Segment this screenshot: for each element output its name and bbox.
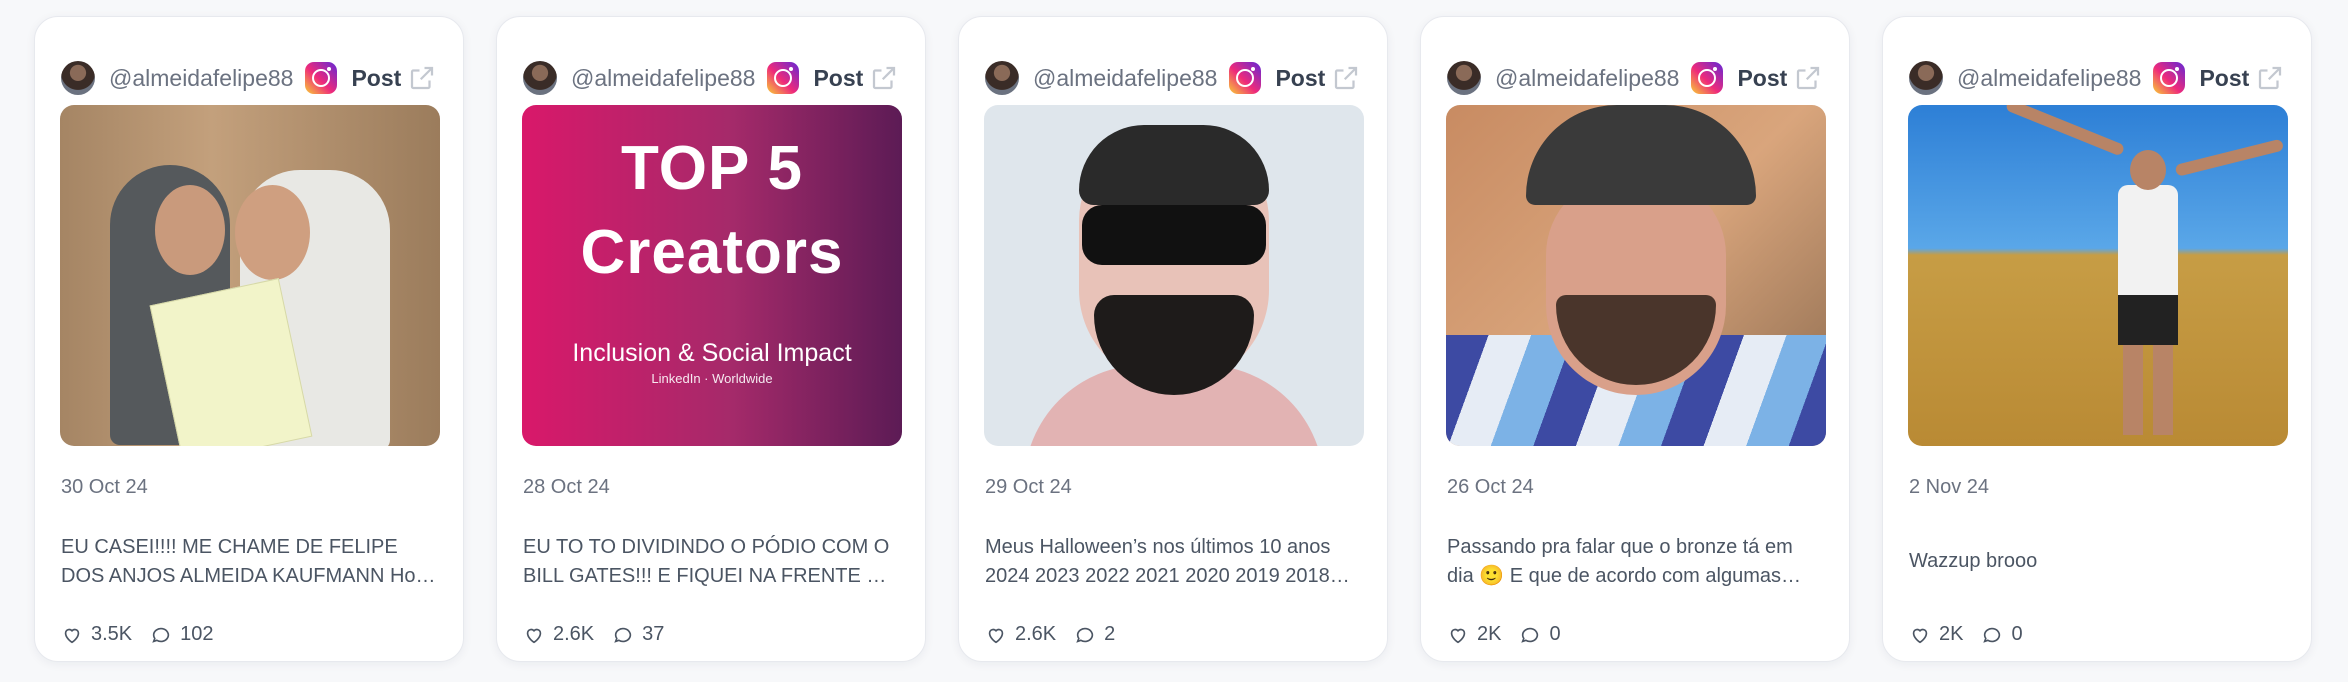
avatar[interactable] — [985, 61, 1019, 95]
avatar[interactable] — [1447, 61, 1481, 95]
post-thumbnail[interactable] — [1908, 105, 2288, 446]
thumbnail-subtitle: Inclusion & Social Impact — [572, 339, 852, 367]
post-date: 29 Oct 24 — [985, 476, 1072, 498]
comment-icon — [1076, 627, 1094, 643]
post-caption: Meus Halloween’s nos últimos 10 anos 202… — [985, 536, 1331, 587]
comment-count: 0 — [2011, 623, 2023, 645]
post-stats: 2K 0 — [1909, 623, 2023, 646]
comment-count: 2 — [1104, 623, 1116, 645]
comment-icon — [1521, 627, 1539, 643]
thumbnail-title-line1: TOP 5 — [621, 134, 803, 203]
thumbnail-title-line2: Creators — [580, 218, 844, 287]
post-date: 28 Oct 24 — [523, 476, 610, 498]
account-handle[interactable]: @almeidafelipe88 — [571, 65, 755, 92]
comment-count: 0 — [1549, 623, 1561, 645]
avatar[interactable] — [523, 61, 557, 95]
comment-icon — [152, 627, 170, 643]
post-type-label: Post — [1275, 64, 1326, 91]
post-thumbnail[interactable] — [60, 105, 440, 446]
heart-icon — [64, 628, 80, 643]
external-link-icon[interactable] — [1793, 63, 1823, 93]
external-link-icon[interactable] — [2255, 63, 2285, 93]
like-count: 2.6K — [553, 623, 595, 645]
heart-icon — [988, 628, 1004, 643]
instagram-icon — [767, 62, 800, 94]
avatar[interactable] — [1909, 61, 1943, 95]
post-card-row: @almeidafelipe88 Post 30 Oct 24 EU CASEI… — [0, 0, 2348, 682]
post-card[interactable]: @almeidafelipe88 Post 2 Nov 24 Wazzup br… — [1882, 16, 2312, 662]
external-link-icon[interactable] — [869, 63, 899, 93]
instagram-icon — [2153, 62, 2186, 94]
post-caption: EU CASEI!!!! ME CHAME DE FELIPE DOS ANJO… — [61, 536, 432, 587]
heart-icon — [1450, 628, 1466, 643]
post-card[interactable]: @almeidafelipe88 Post TOP 5 Creators Inc… — [496, 16, 926, 662]
card-header: @almeidafelipe88 Post — [985, 59, 1361, 97]
post-thumbnail[interactable] — [1446, 105, 1826, 446]
comment-count: 37 — [642, 623, 665, 645]
post-card[interactable]: @almeidafelipe88 Post 29 Oct 24 Meus Hal… — [958, 16, 1388, 662]
post-type-label: Post — [351, 64, 402, 91]
external-link-icon[interactable] — [1331, 63, 1361, 93]
like-count: 2K — [1939, 623, 1964, 645]
post-thumbnail[interactable] — [984, 105, 1364, 446]
instagram-icon — [1229, 62, 1262, 94]
post-card[interactable]: @almeidafelipe88 Post 30 Oct 24 EU CASEI… — [34, 16, 464, 662]
avatar[interactable] — [61, 61, 95, 95]
post-date: 30 Oct 24 — [61, 476, 148, 498]
external-link-icon[interactable] — [407, 63, 437, 93]
instagram-icon — [305, 62, 338, 94]
post-date: 26 Oct 24 — [1447, 476, 1534, 498]
post-date: 2 Nov 24 — [1909, 476, 1990, 498]
heart-icon — [526, 628, 542, 643]
card-header: @almeidafelipe88 Post — [523, 59, 899, 97]
post-stats: 3.5K 102 — [61, 623, 214, 646]
heart-icon — [1912, 628, 1928, 643]
instagram-icon — [1691, 62, 1724, 94]
post-card[interactable]: @almeidafelipe88 Post 26 Oct 24 Passando… — [1420, 16, 1850, 662]
post-thumbnail[interactable]: TOP 5 Creators Inclusion & Social Impact… — [522, 105, 902, 446]
post-type-label: Post — [813, 64, 864, 91]
comment-icon — [1983, 627, 2001, 643]
account-handle[interactable]: @almeidafelipe88 — [1957, 65, 2141, 92]
account-handle[interactable]: @almeidafelipe88 — [109, 65, 293, 92]
post-type-label: Post — [2199, 64, 2250, 91]
post-stats: 2K 0 — [1447, 623, 1561, 646]
post-type-label: Post — [1737, 64, 1788, 91]
post-caption: Wazzup brooo — [1909, 550, 2038, 572]
comment-count: 102 — [180, 623, 214, 645]
thumbnail-caption: LinkedIn · Worldwide — [651, 371, 773, 386]
account-handle[interactable]: @almeidafelipe88 — [1033, 65, 1217, 92]
post-stats: 2.6K 37 — [523, 623, 664, 646]
comment-icon — [614, 627, 632, 643]
card-header: @almeidafelipe88 Post — [61, 59, 437, 97]
like-count: 3.5K — [91, 623, 133, 645]
like-count: 2K — [1477, 623, 1502, 645]
post-caption: EU TO TO DIVIDINDO O PÓDIO COM O BILL GA… — [523, 536, 897, 587]
post-caption: Passando pra falar que o bronze tá em di… — [1447, 536, 1801, 587]
card-header: @almeidafelipe88 Post — [1447, 59, 1823, 97]
account-handle[interactable]: @almeidafelipe88 — [1495, 65, 1679, 92]
post-stats: 2.6K 2 — [985, 623, 1115, 646]
card-header: @almeidafelipe88 Post — [1909, 59, 2285, 97]
like-count: 2.6K — [1015, 623, 1057, 645]
